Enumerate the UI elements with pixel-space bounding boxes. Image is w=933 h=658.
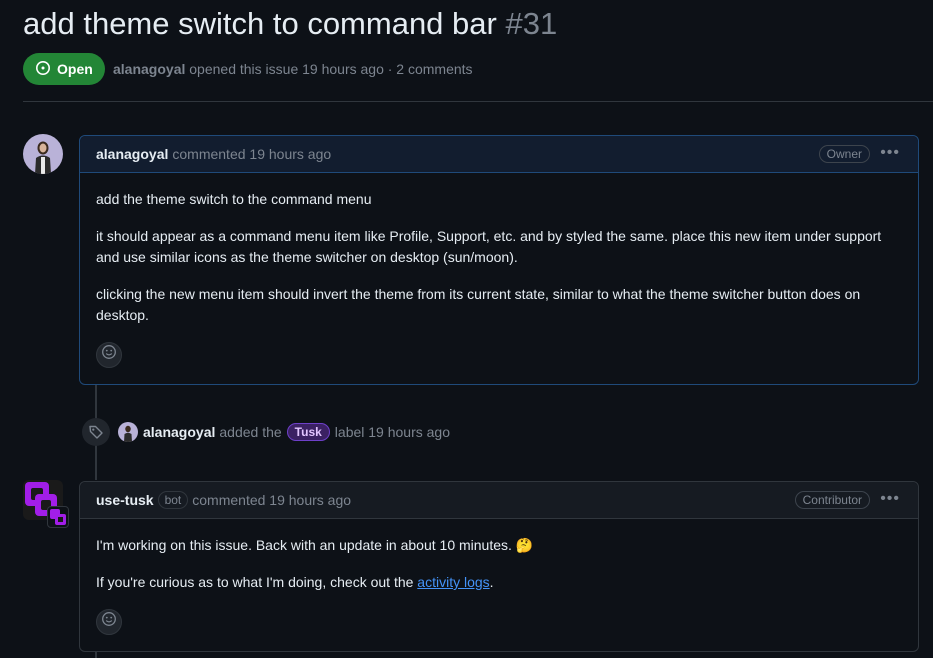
comment-header: alanagoyal commented 19 hours ago Owner … xyxy=(80,136,918,173)
paragraph-text: If you're curious as to what I'm doing, … xyxy=(96,574,418,590)
comment-paragraph: I'm working on this issue. Back with an … xyxy=(96,537,534,553)
comment-timestamp[interactable]: commented 19 hours ago xyxy=(172,146,331,162)
smiley-icon xyxy=(101,611,117,633)
comment-header: use-tusk bot commented 19 hours ago Cont… xyxy=(80,482,918,519)
smiley-icon xyxy=(101,344,117,366)
comment-timestamp[interactable]: commented 19 hours ago xyxy=(192,492,351,508)
header-divider xyxy=(23,101,933,102)
issue-meta: alanagoyal opened this issue 19 hours ag… xyxy=(113,61,473,77)
event-timestamp: label 19 hours ago xyxy=(334,424,450,440)
label-added-event: alanagoyal added the Tusk label 19 hours… xyxy=(82,418,450,446)
issue-author-link[interactable]: alanagoyal xyxy=(113,61,185,77)
issue-title: add theme switch to command bar #31 xyxy=(23,6,557,42)
comment-body: add the theme switch to the command menu… xyxy=(80,173,918,384)
comment-body: I'm working on this issue. Back with an … xyxy=(80,519,918,651)
comment-paragraph: it should appear as a command menu item … xyxy=(96,228,882,265)
comment-author[interactable]: use-tusk xyxy=(96,492,154,508)
kebab-menu-icon[interactable]: ••• xyxy=(880,144,900,162)
avatar-small-alanagoyal[interactable] xyxy=(118,422,138,442)
avatar-alanagoyal[interactable] xyxy=(23,134,63,174)
comment-paragraph: If you're curious as to what I'm doing, … xyxy=(96,572,902,593)
issue-opened-icon xyxy=(35,60,51,79)
activity-logs-link[interactable]: activity logs xyxy=(417,574,489,590)
kebab-menu-icon[interactable]: ••• xyxy=(880,490,900,508)
comment-card: alanagoyal commented 19 hours ago Owner … xyxy=(79,135,919,385)
role-badge: Contributor xyxy=(794,491,870,509)
comment-paragraph: clicking the new menu item should invert… xyxy=(96,286,861,323)
role-badge: Owner xyxy=(818,145,870,163)
app-badge-icon xyxy=(47,506,69,528)
event-text: added the xyxy=(219,424,282,440)
add-reaction-button[interactable] xyxy=(96,609,122,635)
tag-icon xyxy=(82,418,110,446)
label-tusk[interactable]: Tusk xyxy=(286,423,330,441)
paragraph-text: . xyxy=(489,574,494,590)
issue-meta-text: opened this issue 19 hours ago · 2 comme… xyxy=(189,61,473,77)
comment-paragraph: add the theme switch to the command menu xyxy=(96,191,372,207)
issue-number: #31 xyxy=(505,6,558,41)
comment-author[interactable]: alanagoyal xyxy=(96,146,168,162)
issue-title-text: add theme switch to command bar xyxy=(23,6,497,41)
bot-badge: bot xyxy=(157,491,189,509)
issue-state-label: Open xyxy=(57,61,93,77)
add-reaction-button[interactable] xyxy=(96,342,122,368)
comment-card: use-tusk bot commented 19 hours ago Cont… xyxy=(79,481,919,652)
issue-state-badge: Open xyxy=(23,53,105,85)
event-actor[interactable]: alanagoyal xyxy=(143,424,215,440)
